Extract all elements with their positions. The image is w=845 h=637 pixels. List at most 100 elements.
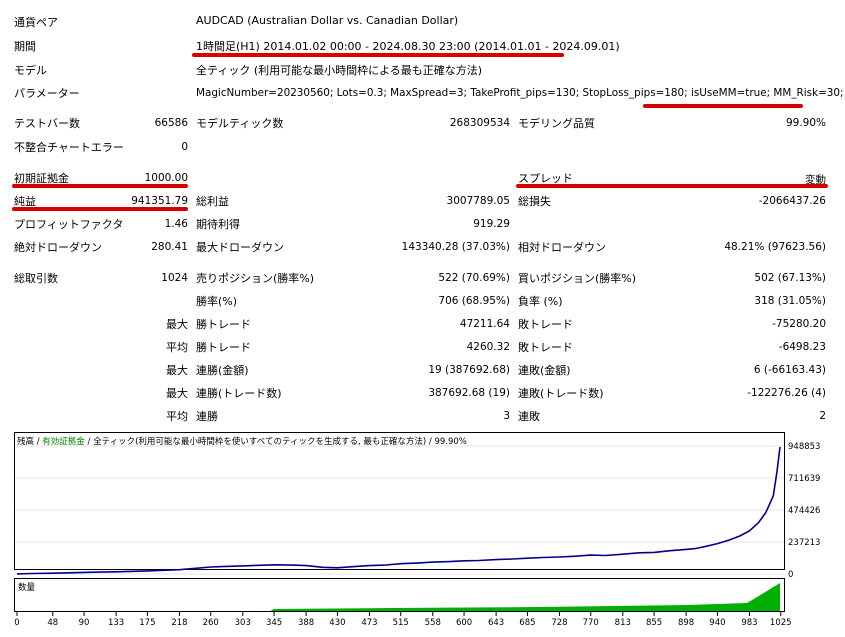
- cons-wins-label: 連勝(金額): [196, 364, 249, 377]
- x-tick-label: 90: [79, 618, 90, 628]
- ticks-value: 268309534: [449, 117, 510, 129]
- avg-cons-wins-label: 連勝: [196, 410, 218, 423]
- x-tick-label: 515: [393, 618, 409, 628]
- avg-loss-value: -6498.23: [778, 341, 826, 353]
- x-tick-label: 48: [47, 618, 58, 628]
- net-highlight: [12, 207, 188, 211]
- max-dd-label: 最大ドローダウン: [196, 241, 284, 254]
- legend-text: 残高 / 有効証拠金 / 全ティック(利用可能な最小時間枠を使いすべてのティック…: [17, 436, 467, 447]
- mismatch-value: 0: [181, 141, 188, 153]
- legend-model: 全ティック(利用可能な最小時間枠を使いすべてのティックを生成する, 最も正確な方…: [93, 436, 426, 447]
- x-tick-label: 303: [235, 618, 251, 628]
- x-tick-label: 898: [678, 618, 694, 628]
- x-tick-label: 473: [361, 618, 377, 628]
- volume-label: 数量: [18, 582, 36, 593]
- short-value: 522 (70.69%): [438, 272, 510, 284]
- max-word-3: 最大: [166, 387, 188, 400]
- x-tick-label: 940: [709, 618, 725, 628]
- cons-profit-value: 387692.68 (19): [428, 387, 510, 399]
- x-tick-label: 1025: [770, 618, 792, 628]
- params-label: パラメーター: [14, 87, 80, 100]
- lossrate-label: 負率 (%): [518, 295, 563, 308]
- cons-loss-value: -122276.26 (4): [747, 387, 826, 399]
- expected-label: 期待利得: [196, 218, 240, 231]
- short-label: 売りポジション(勝率%): [196, 272, 315, 285]
- params-highlight: [643, 104, 803, 108]
- avg-cons-wins-value: 3: [503, 410, 510, 422]
- max-word-1: 最大: [166, 318, 188, 331]
- pf-value: 1.46: [164, 218, 188, 230]
- cons-wins-value: 19 (387692.68): [428, 364, 510, 376]
- x-tick-label: 0: [14, 618, 19, 628]
- x-tick-label: 430: [329, 618, 345, 628]
- x-axis-ticks: 0 48 90 133 175 218 260 303 345 388 430 473 515 558 60…: [14, 612, 792, 628]
- y-tick-label: 474426: [788, 506, 820, 516]
- max-win-label: 勝トレード: [196, 318, 251, 331]
- bars-label: テストバー数: [14, 117, 80, 130]
- x-tick-label: 388: [298, 618, 314, 628]
- gross-loss-label: 総損失: [518, 195, 551, 208]
- deposit-value: 1000.00: [144, 172, 188, 184]
- spread-highlight: [516, 184, 828, 188]
- max-loss-label: 敗トレード: [518, 318, 573, 331]
- abs-dd-label: 絶対ドローダウン: [14, 241, 102, 254]
- period-highlight: [192, 53, 564, 57]
- total-trades-value: 1024: [161, 272, 188, 284]
- y-tick-label: 948853: [788, 442, 820, 452]
- gross-loss-value: -2066437.26: [758, 195, 826, 207]
- main-plot-frame: [14, 432, 785, 570]
- y-tick-label: 0: [788, 570, 793, 580]
- symbol-label: 通貨ペア: [14, 16, 58, 29]
- x-tick-label: 643: [488, 618, 504, 628]
- period-label: 期間: [14, 40, 36, 53]
- balance-chart: 残高 / 有効証拠金 / 全ティック(利用可能な最小時間枠を使いすべてのティック…: [14, 432, 820, 628]
- x-tick-label: 855: [646, 618, 662, 628]
- legend-quality: 99.90%: [434, 437, 466, 447]
- x-tick-label: 133: [108, 618, 124, 628]
- cons-losses-value: 6 (-66163.43): [753, 364, 826, 376]
- y-tick-label: 237213: [788, 538, 820, 548]
- winrate-label: 勝率(%): [196, 295, 238, 308]
- avg-word-1: 平均: [166, 341, 188, 354]
- legend-equity: 有効証拠金: [42, 436, 85, 447]
- quality-value: 99.90%: [785, 117, 826, 129]
- x-tick-label: 175: [139, 618, 155, 628]
- avg-loss-label: 敗トレード: [518, 341, 573, 354]
- ticks-label: モデルティック数: [196, 117, 284, 130]
- x-tick-label: 260: [203, 618, 219, 628]
- max-dd-value: 143340.28 (37.03%): [401, 241, 510, 253]
- avg-word-2: 平均: [166, 410, 188, 423]
- long-label: 買いポジション(勝率%): [518, 272, 637, 285]
- x-tick-label: 813: [615, 618, 631, 628]
- cons-profit-label: 連勝(トレード数): [196, 387, 282, 400]
- symbol-value: AUDCAD (Australian Dollar vs. Canadian D…: [196, 14, 459, 27]
- y-axis-ticks: 0 237213 474426 711639 948853: [788, 442, 820, 580]
- winrate-value: 706 (68.95%): [438, 295, 510, 307]
- y-tick-label: 711639: [788, 474, 820, 484]
- cons-losses-label: 連敗(金額): [518, 364, 571, 377]
- gross-profit-value: 3007789.05: [446, 195, 510, 207]
- max-word-2: 最大: [166, 364, 188, 377]
- total-trades-label: 総取引数: [14, 272, 58, 285]
- bars-value: 66586: [154, 117, 188, 129]
- x-tick-label: 558: [425, 618, 441, 628]
- max-win-value: 47211.64: [459, 318, 510, 330]
- x-tick-label: 345: [266, 618, 282, 628]
- avg-win-value: 4260.32: [466, 341, 510, 353]
- net-value: 941351.79: [131, 195, 188, 207]
- lossrate-value: 318 (31.05%): [754, 295, 826, 307]
- max-loss-value: -75280.20: [772, 318, 826, 330]
- x-tick-label: 685: [519, 618, 535, 628]
- expected-value: 919.29: [473, 218, 510, 230]
- params-value: MagicNumber=20230560; Lots=0.3; MaxSprea…: [196, 87, 844, 99]
- avg-win-label: 勝トレード: [196, 341, 251, 354]
- x-tick-label: 728: [551, 618, 567, 628]
- model-value: 全ティック (利用可能な最小時間枠による最も正確な方法): [196, 64, 483, 77]
- deposit-highlight: [12, 184, 188, 188]
- quality-label: モデリング品質: [518, 117, 595, 130]
- x-tick-label: 600: [456, 618, 472, 628]
- rel-dd-value: 48.21% (97623.56): [724, 241, 826, 253]
- period-value: 1時間足(H1) 2014.01.02 00:00 - 2024.08.30 2…: [196, 40, 620, 53]
- cons-loss-label: 連敗(トレード数): [518, 387, 604, 400]
- abs-dd-value: 280.41: [151, 241, 188, 253]
